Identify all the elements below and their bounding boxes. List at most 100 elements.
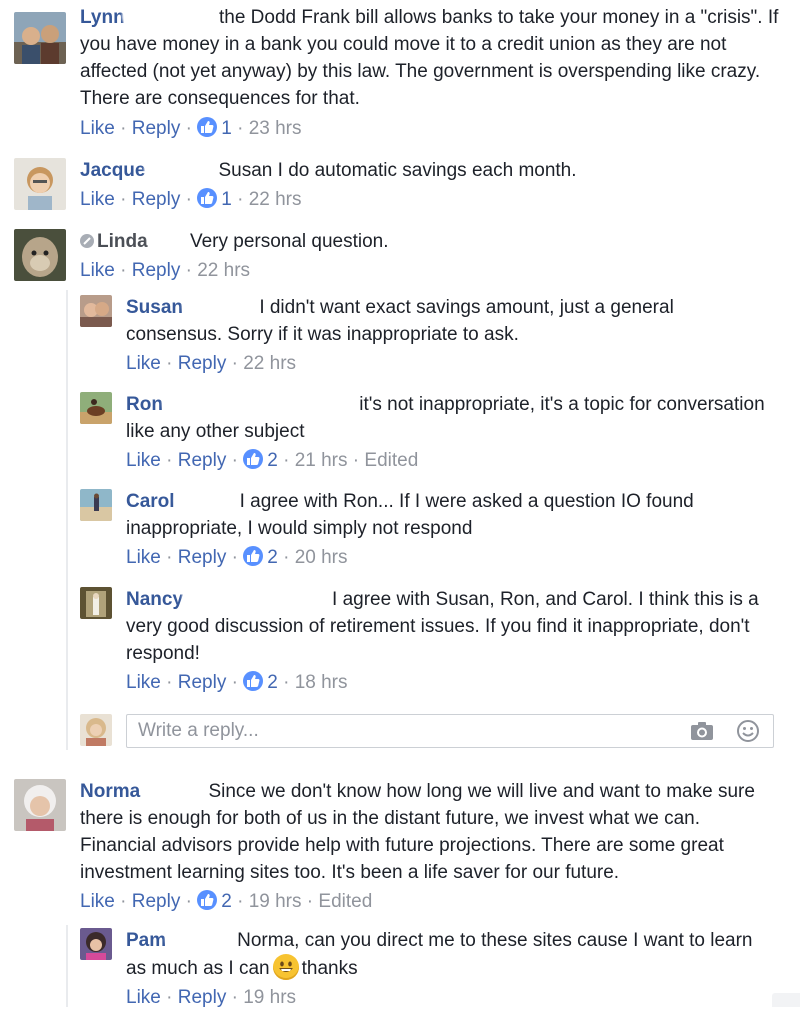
grinning-emoji-icon [272, 954, 299, 980]
timestamp[interactable]: 22 hrs [197, 260, 250, 281]
separator: · [306, 891, 314, 912]
author-name[interactable]: Carol [126, 491, 175, 512]
thumbs-up-icon[interactable] [243, 546, 264, 566]
separator: · [231, 353, 238, 374]
avatar[interactable] [80, 392, 112, 424]
comment-body-end: thanks [301, 958, 358, 979]
reply-input-box[interactable] [126, 714, 774, 748]
reaction-count[interactable]: 1 [221, 118, 232, 139]
reply-link[interactable]: Reply [178, 450, 227, 471]
separator: · [231, 547, 238, 568]
reply-thread-line [66, 925, 68, 1007]
edited-label[interactable]: Edited [364, 450, 418, 471]
reaction-count[interactable]: 1 [221, 189, 232, 210]
author-name[interactable]: Jacque [80, 160, 145, 181]
author-name[interactable]: Susan [126, 297, 183, 318]
comment-actions: Like · Reply · 22 hrs [80, 259, 780, 283]
like-link[interactable]: Like [126, 450, 161, 471]
reaction-count[interactable]: 2 [267, 450, 278, 471]
avatar[interactable] [80, 587, 112, 619]
timestamp[interactable]: 23 hrs [249, 118, 302, 139]
like-link[interactable]: Like [126, 672, 161, 693]
reply-link[interactable]: Reply [178, 987, 227, 1008]
author-name[interactable]: Norma [80, 781, 140, 802]
avatar[interactable] [80, 295, 112, 327]
comment-actions: Like · Reply · 19 hrs [126, 986, 766, 1010]
thumbs-up-icon[interactable] [197, 890, 218, 910]
author-name[interactable]: Pam [126, 930, 166, 951]
reply-link[interactable]: Reply [132, 118, 181, 139]
comment-text: Norma Since we don't know how long we wi… [80, 778, 780, 886]
separator: · [185, 118, 192, 139]
reaction-count[interactable]: 2 [267, 672, 278, 693]
separator: · [231, 672, 238, 693]
author-name[interactable]: Ron [126, 394, 163, 415]
separator: · [283, 547, 290, 568]
reaction-count[interactable]: 2 [221, 891, 232, 912]
reply-link[interactable]: Reply [132, 891, 181, 912]
separator: · [237, 189, 244, 210]
author-name[interactable]: Lynn [80, 7, 125, 28]
comment-body: Susan I do automatic savings each month. [218, 160, 577, 181]
comment-text: Lynn the Dodd Frank bill allows banks to… [80, 4, 780, 112]
reply-link[interactable]: Reply [132, 260, 181, 281]
separator: · [231, 987, 238, 1008]
like-link[interactable]: Like [80, 260, 115, 281]
avatar[interactable] [14, 12, 66, 64]
timestamp[interactable]: 22 hrs [249, 189, 302, 210]
reply-thread-line [66, 290, 68, 750]
comment-actions: Like · Reply · 2 · 18 hrs [126, 671, 766, 695]
reply-link[interactable]: Reply [178, 353, 227, 374]
timestamp[interactable]: 19 hrs [243, 987, 296, 1008]
edited-label[interactable]: Edited [318, 891, 372, 912]
avatar[interactable] [14, 158, 66, 210]
reply-link[interactable]: Reply [178, 672, 227, 693]
separator: · [185, 891, 192, 912]
timestamp[interactable]: 19 hrs [249, 891, 302, 912]
separator: · [185, 260, 192, 281]
separator: · [166, 353, 173, 374]
reply-input[interactable] [136, 719, 660, 743]
like-link[interactable]: Like [80, 891, 115, 912]
avatar[interactable] [14, 779, 66, 831]
timestamp[interactable]: 18 hrs [295, 672, 348, 693]
redaction [167, 927, 238, 951]
thumbs-up-icon[interactable] [197, 188, 218, 208]
scrollbar-corner[interactable] [772, 993, 800, 1007]
like-link[interactable]: Like [126, 547, 161, 568]
reaction-count[interactable]: 2 [267, 547, 278, 568]
redaction [143, 778, 204, 802]
comment-actions: Like · Reply · 2 · 19 hrs · Edited [80, 890, 780, 914]
avatar[interactable] [80, 489, 112, 521]
timestamp[interactable]: 21 hrs [295, 450, 348, 471]
like-link[interactable]: Like [126, 353, 161, 374]
separator: · [166, 672, 173, 693]
thumbs-up-icon[interactable] [243, 671, 264, 691]
reply-link[interactable]: Reply [132, 189, 181, 210]
separator: · [283, 672, 290, 693]
comment-text: Ron it's not inappropriate, it's a topic… [126, 391, 766, 445]
author-name[interactable]: Linda [97, 231, 148, 252]
like-link[interactable]: Like [80, 118, 115, 139]
comment-actions: Like · Reply · 22 hrs [126, 352, 766, 376]
comment-text: Carol I agree with Ron... If I were asked… [126, 488, 766, 542]
separator: · [352, 450, 360, 471]
avatar[interactable] [80, 928, 112, 960]
separator: · [166, 450, 173, 471]
redaction [146, 157, 219, 181]
like-link[interactable]: Like [80, 189, 115, 210]
avatar[interactable] [14, 229, 66, 281]
author-name[interactable]: Nancy [126, 589, 183, 610]
redaction [123, 4, 214, 28]
camera-icon[interactable] [689, 719, 715, 743]
like-link[interactable]: Like [126, 987, 161, 1008]
thumbs-up-icon[interactable] [243, 449, 264, 469]
emoji-icon[interactable] [735, 719, 761, 743]
comment-actions: Like · Reply · 1 · 23 hrs [80, 117, 780, 141]
timestamp[interactable]: 22 hrs [243, 353, 296, 374]
separator: · [120, 118, 127, 139]
reply-link[interactable]: Reply [178, 547, 227, 568]
timestamp[interactable]: 20 hrs [295, 547, 348, 568]
thumbs-up-icon[interactable] [197, 117, 218, 137]
separator: · [120, 260, 127, 281]
